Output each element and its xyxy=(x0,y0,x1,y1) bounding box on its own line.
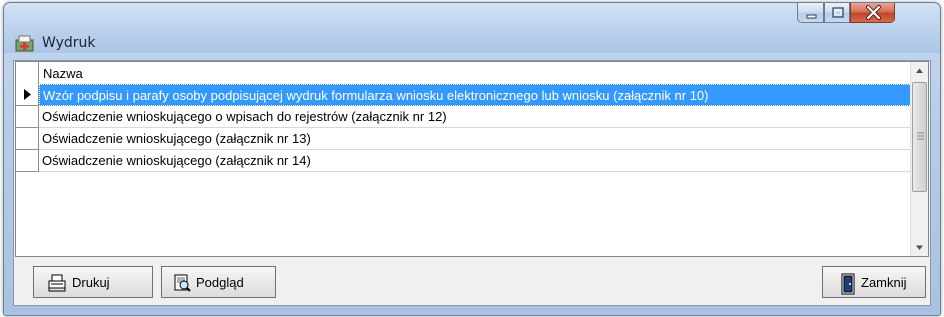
scroll-up-arrow-icon xyxy=(916,68,923,73)
title-bar[interactable]: Wydruk xyxy=(4,3,940,53)
row-label[interactable]: Oświadczenie wnioskującego (załącznik nr… xyxy=(39,150,912,172)
grid-header: Nazwa xyxy=(16,62,912,85)
maximize-icon xyxy=(832,7,844,18)
preview-button-label: Podgląd xyxy=(196,275,244,290)
column-header-name[interactable]: Nazwa xyxy=(43,66,83,81)
row-label[interactable]: Oświadczenie wnioskującego o wpisach do … xyxy=(39,106,912,128)
scroll-down-arrow-icon xyxy=(916,245,923,250)
table-row[interactable]: Wzór podpisu i parafy osoby podpisującej… xyxy=(16,84,912,106)
row-label[interactable]: Oświadczenie wnioskującego (załącznik nr… xyxy=(39,128,912,150)
attachments-grid[interactable]: Nazwa Wzór podpisu i parafy osoby podpis… xyxy=(15,61,929,257)
table-row[interactable]: Oświadczenie wnioskującego (załącznik nr… xyxy=(16,128,912,150)
scroll-down-button[interactable] xyxy=(911,239,928,256)
row-indicator[interactable] xyxy=(16,128,39,150)
print-dialog-window: Wydruk Nazwa Wzór podpisu i parafy osoby… xyxy=(3,2,941,316)
close-window-button[interactable] xyxy=(850,3,895,23)
indicator-column-header xyxy=(16,62,39,84)
close-button[interactable]: Zamknij xyxy=(822,266,926,298)
door-exit-icon xyxy=(841,273,855,295)
row-indicator[interactable] xyxy=(16,150,39,172)
printer-icon xyxy=(48,274,66,292)
row-label[interactable]: Wzór podpisu i parafy osoby podpisującej… xyxy=(39,84,912,106)
table-row[interactable]: Oświadczenie wnioskującego o wpisach do … xyxy=(16,106,912,128)
preview-icon xyxy=(174,274,191,292)
minimize-button[interactable] xyxy=(797,3,824,23)
close-button-label: Zamknij xyxy=(861,275,907,290)
maximize-button[interactable] xyxy=(824,3,850,23)
preview-button[interactable]: Podgląd xyxy=(161,266,276,298)
vertical-scrollbar[interactable] xyxy=(910,62,928,256)
scroll-up-button[interactable] xyxy=(911,62,928,79)
printer-form-icon xyxy=(15,35,34,52)
print-button[interactable]: Drukuj xyxy=(33,266,153,298)
minimize-icon xyxy=(806,14,817,19)
close-icon xyxy=(866,5,881,20)
current-row-arrow-icon xyxy=(24,89,31,100)
print-button-label: Drukuj xyxy=(72,275,110,290)
window-title: Wydruk xyxy=(42,35,96,51)
row-indicator[interactable] xyxy=(16,106,39,128)
scroll-grip-icon xyxy=(917,132,924,140)
scroll-thumb[interactable] xyxy=(912,82,927,192)
table-row[interactable]: Oświadczenie wnioskującego (załącznik nr… xyxy=(16,150,912,172)
row-indicator[interactable] xyxy=(16,84,39,106)
